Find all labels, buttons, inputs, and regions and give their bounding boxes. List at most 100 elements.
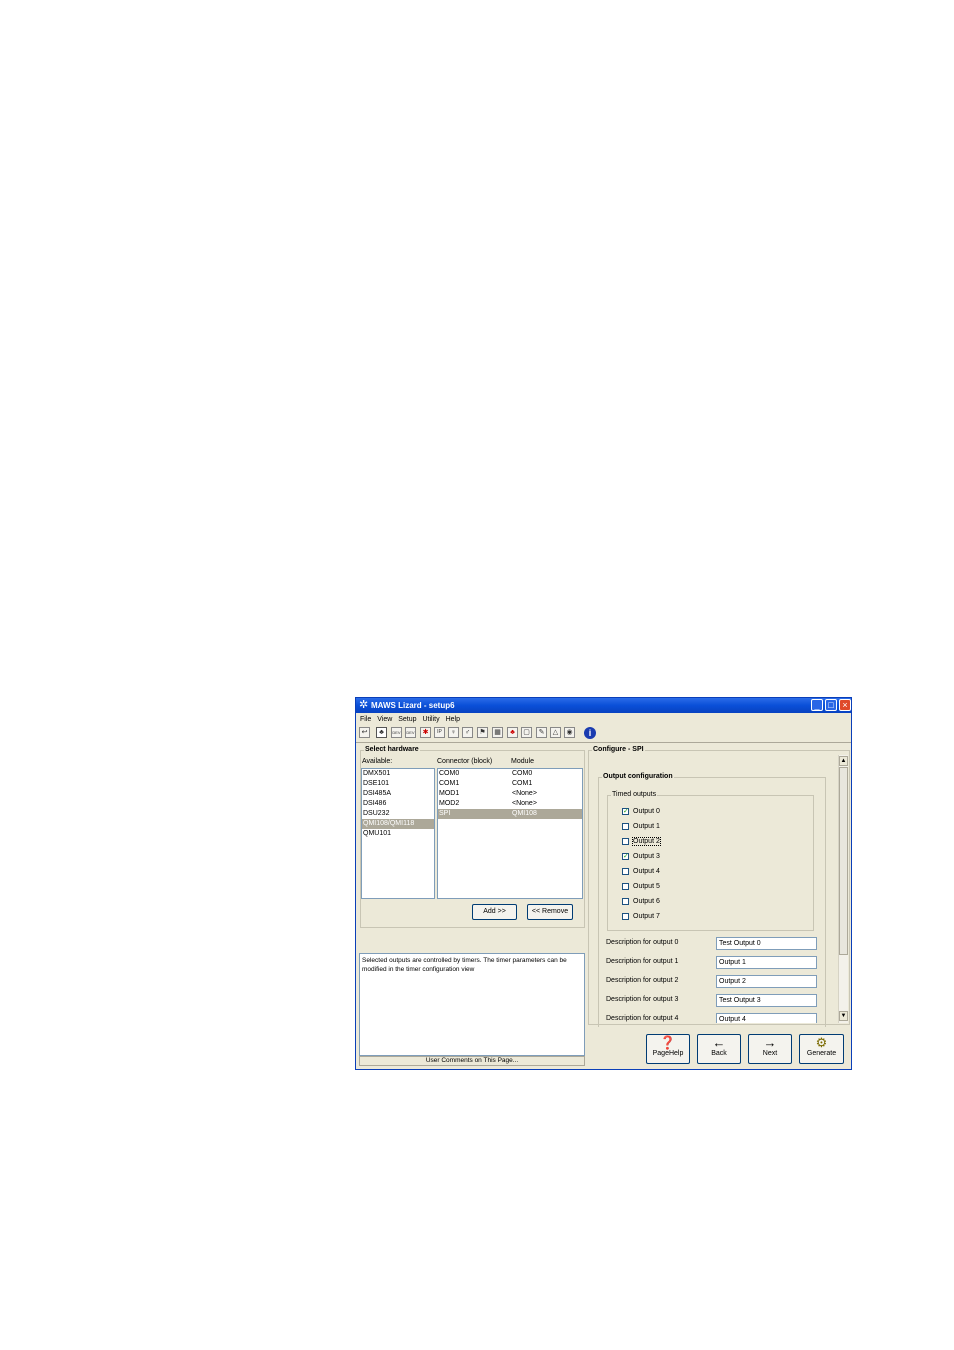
module-cell: QMI108 [512, 810, 537, 817]
output-3-checkbox[interactable]: ✓ Output 3 [622, 852, 660, 862]
globe-icon[interactable]: ◉ [564, 727, 575, 738]
menu-utility[interactable]: Utility [422, 714, 439, 725]
back-arrow-icon[interactable]: ↩ [359, 727, 370, 738]
connector-column-header: Connector (block) [437, 758, 493, 765]
menu-file[interactable]: File [360, 714, 371, 725]
back-button[interactable]: ← Back [697, 1034, 741, 1064]
checkbox[interactable] [622, 897, 629, 905]
add-button[interactable]: Add >> [472, 904, 517, 920]
next-button[interactable]: → Next [748, 1034, 792, 1064]
output-5-checkbox[interactable]: Output 5 [622, 882, 660, 892]
list-item[interactable]: DSE101 [362, 779, 434, 789]
table-row-selected[interactable]: SPI QMI108 [438, 809, 582, 819]
connector-module-list[interactable]: COM0 COM0 COM1 COM1 MOD1 <None> MOD2 <None> … [437, 768, 583, 899]
connector-cell: COM0 [439, 770, 460, 777]
comments-box[interactable]: Selected outputs are controlled by timer… [359, 953, 585, 1056]
person-icon[interactable]: ♂ [462, 727, 473, 738]
description-label: Description for output 4 [606, 1015, 679, 1022]
table-row[interactable]: COM1 COM1 [438, 779, 582, 789]
scroll-thumb[interactable] [839, 767, 848, 955]
checkbox-label: Output 6 [633, 898, 660, 905]
checkbox-label: Output 7 [633, 913, 660, 920]
checkbox-checked[interactable]: ✓ [622, 807, 629, 815]
person-icon[interactable]: ♀ [448, 727, 459, 738]
info-icon[interactable]: i [584, 727, 596, 739]
description-field[interactable]: Test Output 3 [716, 994, 817, 1007]
module-cell: <None> [512, 800, 537, 807]
list-item[interactable]: DSI486 [362, 799, 434, 809]
close-button[interactable]: × [839, 699, 851, 711]
maws-lizard-window: ✲ MAWS Lizard - setup6 _ □ × File View S… [355, 697, 852, 1070]
bike-icon[interactable]: ♣ [507, 727, 518, 738]
menu-setup[interactable]: Setup [398, 714, 416, 725]
description-label: Description for output 0 [606, 939, 679, 946]
description-field[interactable]: Output 2 [716, 975, 817, 988]
generate-button[interactable]: ⚙ Generate [799, 1034, 844, 1064]
meter-icon[interactable]: ▦ [492, 727, 503, 738]
menu-bar: File View Setup Utility Help [356, 714, 851, 725]
description-label: Description for output 2 [606, 977, 679, 984]
output-6-checkbox[interactable]: Output 6 [622, 897, 660, 907]
output-0-checkbox[interactable]: ✓ Output 0 [622, 807, 660, 817]
pen-icon[interactable]: ✎ [536, 727, 547, 738]
flag-icon[interactable]: ⚑ [477, 727, 488, 738]
network-icon[interactable]: ♣ [376, 727, 387, 738]
connector-cell: MOD1 [439, 790, 460, 797]
help-icon: ❓ [659, 1035, 677, 1050]
checkbox[interactable] [622, 822, 629, 830]
list-item-selected[interactable]: QMI108/QMI118 [362, 819, 434, 829]
scroll-down-icon[interactable]: ▼ [839, 1011, 848, 1021]
table-row[interactable]: COM0 COM0 [438, 769, 582, 779]
connector-cell: SPI [439, 810, 451, 817]
ip-icon[interactable]: IP [434, 727, 445, 738]
dev-icon[interactable]: DEV [391, 727, 402, 738]
comments-footer[interactable]: User Comments on This Page... [359, 1056, 585, 1066]
dev-icon[interactable]: DEV [405, 727, 416, 738]
description-field[interactable]: Test Output 0 [716, 937, 817, 950]
maximize-button[interactable]: □ [825, 699, 837, 711]
generate-label: Generate [806, 1050, 837, 1057]
scroll-up-icon[interactable]: ▲ [839, 756, 848, 766]
right-arrow-icon: → [763, 1035, 777, 1050]
output-7-checkbox[interactable]: Output 7 [622, 912, 660, 922]
left-arrow-icon: ← [712, 1035, 726, 1050]
app-icon: ✲ [359, 699, 369, 711]
select-hardware-label: Select hardware [364, 746, 420, 753]
connector-cell: MOD2 [439, 800, 460, 807]
vertical-scrollbar[interactable]: ▲ ▼ [838, 755, 848, 1023]
list-item[interactable]: QMU101 [362, 829, 434, 839]
pagehelp-button[interactable]: ❓ PageHelp [646, 1034, 690, 1064]
title-bar[interactable]: ✲ MAWS Lizard - setup6 _ □ × [356, 698, 851, 713]
menu-help[interactable]: Help [446, 714, 460, 725]
module-column-header: Module [511, 758, 534, 765]
checkbox[interactable] [622, 882, 629, 890]
table-row[interactable]: MOD1 <None> [438, 789, 582, 799]
description-field[interactable]: Output 1 [716, 956, 817, 969]
available-label: Available: [362, 758, 393, 765]
gears-icon: ⚙ [815, 1035, 828, 1050]
list-item[interactable]: DMX501 [362, 769, 434, 779]
toolbar: ↩ ♣ DEV DEV ✱ IP ♀ ♂ ⚑ ▦ ♣ ▢ ✎ △ ◉ i [356, 726, 851, 743]
description-field[interactable]: Output 4 [716, 1013, 817, 1023]
module-cell: COM0 [512, 770, 533, 777]
table-row[interactable]: MOD2 <None> [438, 799, 582, 809]
remove-button[interactable]: << Remove [527, 904, 573, 920]
output-2-checkbox[interactable]: Output 2 [622, 837, 661, 847]
checkbox[interactable] [622, 867, 629, 875]
menu-view[interactable]: View [377, 714, 392, 725]
available-hardware-list[interactable]: DMX501 DSE101 DSI485A DSI486 DSU232 QMI1… [361, 768, 435, 899]
checkbox-label: Output 0 [633, 808, 660, 815]
list-item[interactable]: DSU232 [362, 809, 434, 819]
checkbox-checked[interactable]: ✓ [622, 852, 629, 860]
output-1-checkbox[interactable]: Output 1 [622, 822, 660, 832]
checkbox[interactable] [622, 837, 629, 845]
bell-icon[interactable]: △ [550, 727, 561, 738]
minimize-button[interactable]: _ [811, 699, 823, 711]
checkbox[interactable] [622, 912, 629, 920]
module-cell: COM1 [512, 780, 533, 787]
list-item[interactable]: DSI485A [362, 789, 434, 799]
page-icon[interactable]: ▢ [521, 727, 532, 738]
output-4-checkbox[interactable]: Output 4 [622, 867, 660, 877]
description-label: Description for output 3 [606, 996, 679, 1003]
flag-icon[interactable]: ✱ [420, 727, 431, 738]
